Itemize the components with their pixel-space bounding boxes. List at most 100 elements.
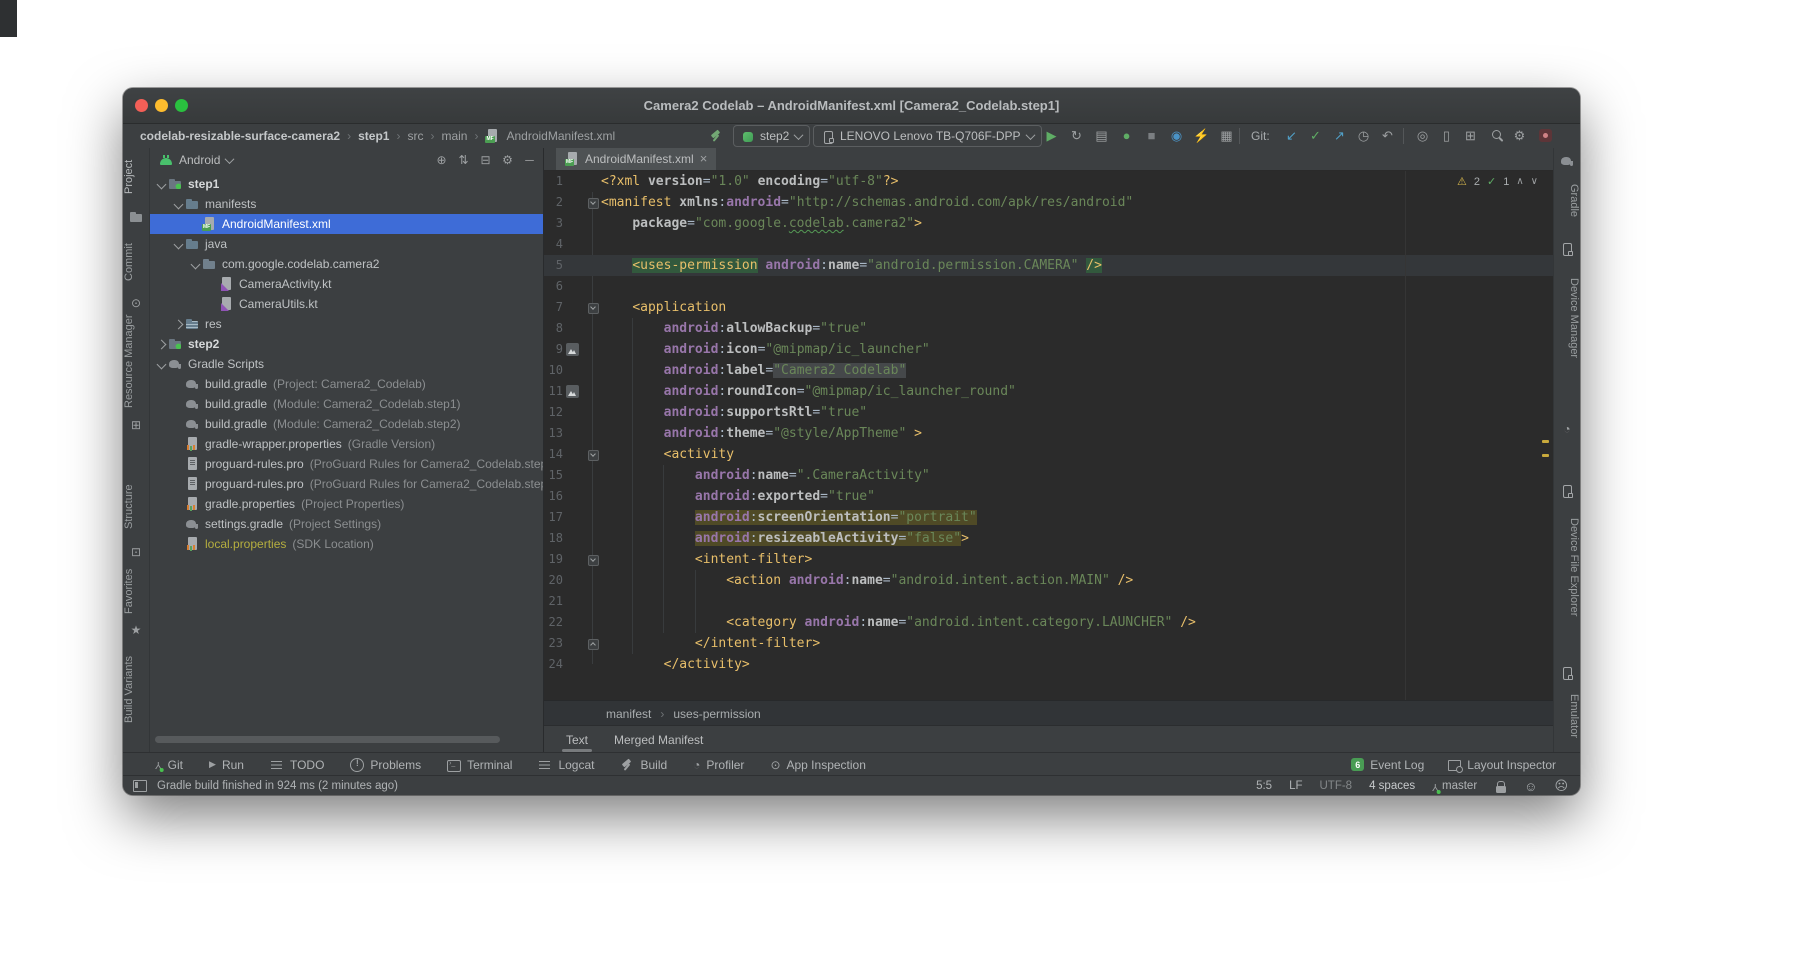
code-line[interactable]: android:resizeableActivity="false"> <box>601 528 969 549</box>
toolwindow-button-problems[interactable]: Problems <box>350 757 421 772</box>
breadcrumb-item[interactable]: src <box>407 129 423 143</box>
toolwindow-button-todo[interactable]: TODO <box>270 758 324 772</box>
tree-item[interactable]: CameraActivity.kt <box>150 274 543 294</box>
tree-item[interactable]: CameraUtils.kt <box>150 294 543 314</box>
sidebar-item-emulator[interactable]: Emulator <box>1554 684 1580 748</box>
panel-settings-button[interactable]: ⚙ <box>500 148 515 172</box>
breadcrumb-item[interactable]: codelab-resizable-surface-camera2 <box>140 129 340 143</box>
sidebar-item-commit[interactable]: Commit <box>123 232 149 292</box>
tab-androidmanifest[interactable]: AndroidManifest.xml × <box>556 148 717 170</box>
stop-button[interactable]: ■ <box>1143 124 1160 148</box>
toolwindow-button-logcat[interactable]: Logcat <box>538 758 594 772</box>
git-branch-widget[interactable]: Y master <box>1432 780 1477 792</box>
debug-button[interactable]: ● <box>1118 124 1135 148</box>
code-line[interactable]: android:theme="@style/AppTheme" > <box>601 423 922 444</box>
chevron-down-icon[interactable] <box>154 357 168 371</box>
line-ending[interactable]: LF <box>1289 780 1302 792</box>
code-line[interactable]: </activity> <box>601 654 750 675</box>
search-everywhere-icon[interactable] <box>1491 129 1505 143</box>
tree-item[interactable]: res <box>150 314 543 334</box>
fold-marker-icon[interactable] <box>588 555 599 566</box>
tree-item[interactable]: build.gradle (Module: Camera2_Codelab.ste… <box>150 394 543 414</box>
git-commit-button[interactable]: ✓ <box>1307 124 1324 148</box>
sidebar-item-structure[interactable]: Structure <box>123 473 149 541</box>
tree-item[interactable]: settings.gradle (Project Settings) <box>150 514 543 534</box>
sidebar-item-project[interactable]: Project <box>123 148 149 206</box>
image-preview-gutter-icon[interactable] <box>566 343 579 356</box>
device-selector[interactable]: LENOVO Lenovo TB-Q706F-DPP <box>813 125 1042 147</box>
code-line[interactable]: android:roundIcon="@mipmap/ic_launcher_r… <box>601 381 1016 402</box>
tree-item[interactable]: build.gradle (Module: Camera2_Codelab.ste… <box>150 414 543 434</box>
git-update-button[interactable]: ↙ <box>1283 124 1300 148</box>
run-coverage-button[interactable]: ⚡ <box>1193 124 1210 148</box>
close-tab-icon[interactable]: × <box>700 152 708 165</box>
device-manager-button[interactable]: ▯ <box>1438 124 1455 148</box>
code-line[interactable]: android:label="Camera2 Codelab" <box>601 360 907 381</box>
minimize-window-button[interactable] <box>155 99 168 112</box>
code-line[interactable]: <application <box>601 297 726 318</box>
code-line[interactable]: <intent-filter> <box>601 549 812 570</box>
chevron-down-icon[interactable] <box>171 197 185 211</box>
tree-item[interactable]: local.properties (SDK Location) <box>150 534 543 554</box>
tab-merged-manifest[interactable]: Merged Manifest <box>614 726 703 753</box>
device-monitor-button[interactable]: ▦ <box>1218 124 1235 148</box>
tree-item[interactable]: java <box>150 234 543 254</box>
prev-issue-icon[interactable]: ∧ <box>1516 176 1523 187</box>
tree-item[interactable]: step2 <box>150 334 543 354</box>
lock-icon[interactable] <box>1494 780 1507 793</box>
tree-item[interactable]: step1 <box>150 174 543 194</box>
fold-marker-icon[interactable] <box>588 450 599 461</box>
frown-feedback-icon[interactable]: ☹ <box>1554 778 1568 794</box>
tree-item[interactable]: AndroidManifest.xml <box>150 214 543 234</box>
tree-item[interactable]: gradle.properties (Project Properties) <box>150 494 543 514</box>
tree-item[interactable]: manifests <box>150 194 543 214</box>
chevron-right-icon[interactable] <box>171 317 185 331</box>
tree-item[interactable]: build.gradle (Project: Camera2_Codelab) <box>150 374 543 394</box>
next-issue-icon[interactable]: ∨ <box>1531 176 1538 187</box>
chevron-down-icon[interactable] <box>171 237 185 251</box>
sidebar-item-gradle[interactable]: Gradle <box>1554 172 1580 230</box>
project-view-selector[interactable]: Android <box>179 153 220 167</box>
fold-marker-icon[interactable] <box>588 639 599 650</box>
sidebar-item-favorites[interactable]: Favorites <box>123 563 149 619</box>
code-line[interactable]: <uses-permission android:name="android.p… <box>601 255 1102 276</box>
code-line[interactable]: android:name=".CameraActivity" <box>601 465 930 486</box>
breadcrumb-item[interactable]: main <box>441 129 467 143</box>
collapse-all-button[interactable]: ⊟ <box>478 148 493 172</box>
toolwindow-button-run[interactable]: ▶ Run <box>209 758 244 772</box>
warning-stripe-mark[interactable] <box>1542 454 1549 457</box>
git-push-button[interactable]: ↗ <box>1331 124 1348 148</box>
zoom-window-button[interactable] <box>175 99 188 112</box>
code-line[interactable]: <category android:name="android.intent.c… <box>601 612 1196 633</box>
tree-item[interactable]: Gradle Scripts <box>150 354 543 374</box>
fold-marker-icon[interactable] <box>588 198 599 209</box>
code-line[interactable]: android:allowBackup="true" <box>601 318 868 339</box>
tool-window-toggle-icon[interactable] <box>133 780 147 792</box>
code-line[interactable]: <action android:name="android.intent.act… <box>601 570 1133 591</box>
profile-button[interactable]: ◉ <box>1168 124 1185 148</box>
sidebar-item-device-manager[interactable]: Device Manager <box>1554 260 1580 376</box>
code-line[interactable]: android:exported="true" <box>601 486 875 507</box>
sidebar-item-device-file-explorer[interactable]: Device File Explorer <box>1554 502 1580 632</box>
chevron-down-icon[interactable] <box>154 177 168 191</box>
tree-item[interactable]: proguard-rules.pro (ProGuard Rules for Ca… <box>150 474 543 494</box>
device-manager-icon[interactable] <box>1560 242 1574 256</box>
horizontal-scrollbar[interactable] <box>155 736 500 743</box>
cursor-position[interactable]: 5:5 <box>1256 780 1272 792</box>
emulator-icon[interactable] <box>1560 666 1574 680</box>
chevron-down-icon[interactable] <box>188 257 202 271</box>
toolwindow-button-terminal[interactable]: Terminal <box>447 758 512 772</box>
close-window-button[interactable] <box>135 99 148 112</box>
device-file-explorer-icon[interactable] <box>1560 484 1574 498</box>
code-line[interactable]: android:screenOrientation="portrait" <box>601 507 977 528</box>
apply-changes-button[interactable]: ↻ <box>1068 124 1085 148</box>
code-line[interactable]: android:supportsRtl="true" <box>601 402 868 423</box>
apply-code-changes-button[interactable]: ▤ <box>1093 124 1110 148</box>
tree-item[interactable]: proguard-rules.pro (ProGuard Rules for Ca… <box>150 454 543 474</box>
tab-text[interactable]: Text <box>561 726 593 753</box>
code-line[interactable]: <?xml version="1.0" encoding="utf-8"?> <box>601 171 898 192</box>
build-project-button[interactable] <box>709 129 723 143</box>
history-button[interactable]: ◷ <box>1355 124 1372 148</box>
event-log-button[interactable]: 6 Event Log <box>1351 758 1424 772</box>
file-encoding[interactable]: UTF-8 <box>1320 780 1353 792</box>
